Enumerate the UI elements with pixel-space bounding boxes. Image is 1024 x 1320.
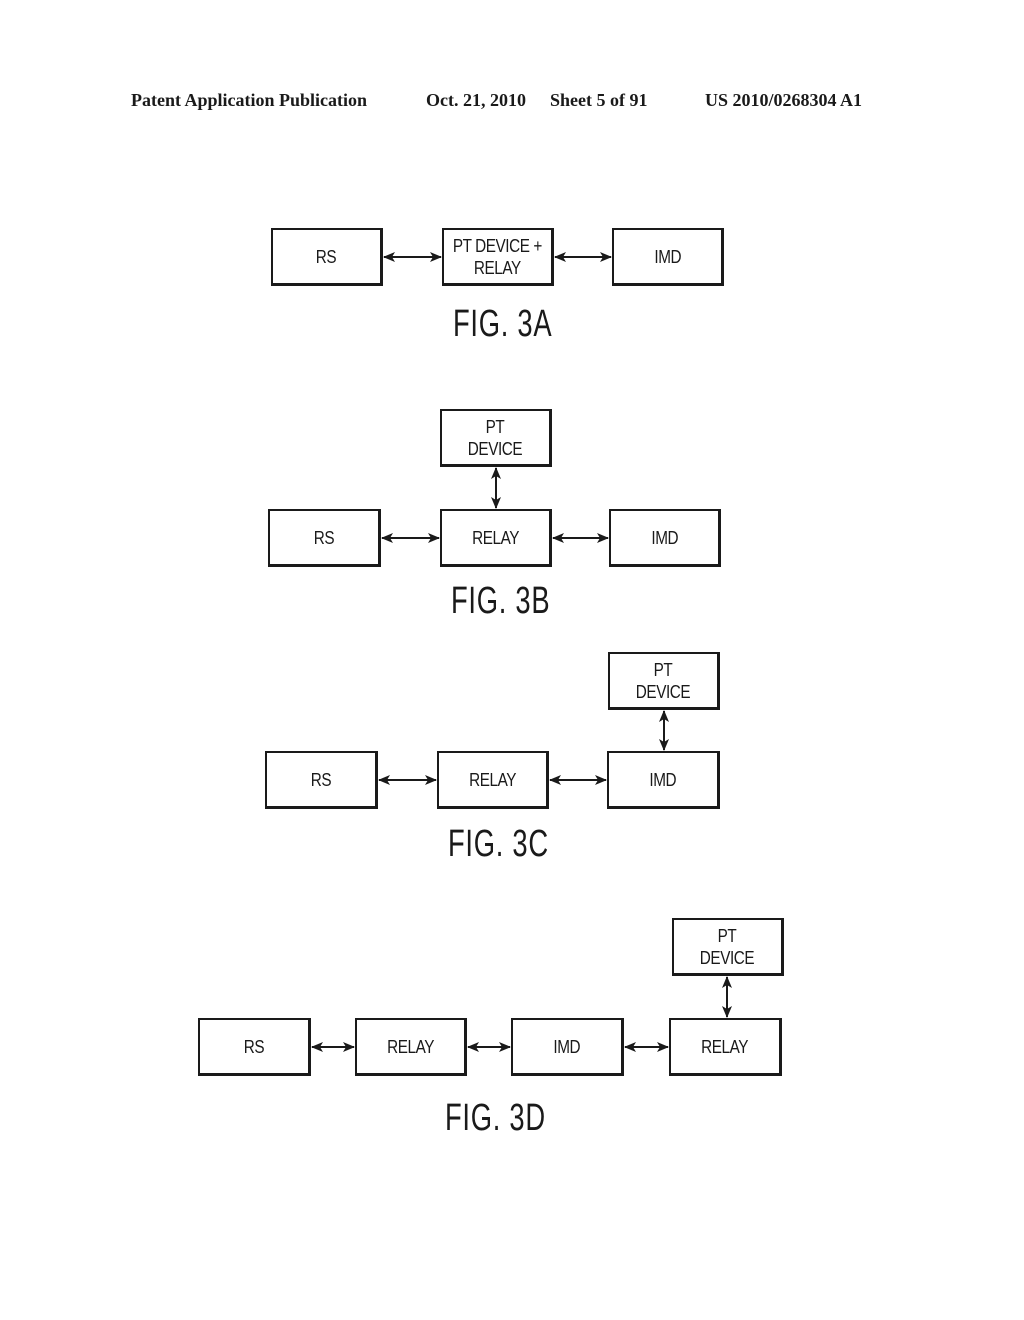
pt-device-box: PT DEVICE bbox=[440, 409, 552, 467]
box-label: RELAY bbox=[387, 1036, 434, 1057]
box-label: RS bbox=[316, 246, 337, 267]
box-label: PT DEVICE bbox=[636, 659, 691, 702]
rs-box: RS bbox=[271, 228, 383, 286]
box-label: IMD bbox=[553, 1036, 581, 1057]
imd-box: IMD bbox=[612, 228, 724, 286]
box-label: PT DEVICE bbox=[700, 925, 755, 968]
relay-box: RELAY bbox=[440, 509, 552, 567]
publication-date: Oct. 21, 2010 bbox=[426, 90, 526, 110]
rs-box: RS bbox=[198, 1018, 311, 1076]
box-label: PT DEVICE bbox=[468, 416, 523, 459]
rs-box: RS bbox=[268, 509, 381, 567]
relay-box: RELAY bbox=[437, 751, 549, 809]
patent-number: US 2010/0268304 A1 bbox=[705, 90, 863, 110]
relay-box: RELAY bbox=[355, 1018, 467, 1076]
pt-device-relay-box: PT DEVICE + RELAY bbox=[442, 228, 554, 286]
box-label: RELAY bbox=[701, 1036, 749, 1057]
pt-device-box: PT DEVICE bbox=[672, 918, 784, 976]
publication-label: Patent Application Publication bbox=[131, 90, 368, 110]
box-label: PT DEVICE + RELAY bbox=[452, 235, 543, 278]
figure-caption: FIG. 3C bbox=[448, 823, 549, 865]
imd-box: IMD bbox=[511, 1018, 624, 1076]
box-label: IMD bbox=[651, 527, 678, 548]
rs-box: RS bbox=[265, 751, 378, 809]
box-label: IMD bbox=[649, 769, 677, 790]
box-label: RELAY bbox=[472, 527, 519, 548]
box-label: RS bbox=[313, 527, 335, 548]
figure-caption: FIG. 3B bbox=[451, 580, 551, 622]
relay-box: RELAY bbox=[669, 1018, 782, 1076]
pt-device-box: PT DEVICE bbox=[608, 652, 720, 710]
box-label: IMD bbox=[654, 246, 681, 267]
figure-caption: FIG. 3A bbox=[453, 303, 553, 345]
sheet-number: Sheet 5 of 91 bbox=[550, 90, 648, 110]
box-label: RELAY bbox=[469, 769, 516, 790]
box-label: RS bbox=[243, 1036, 265, 1057]
box-label: RS bbox=[310, 769, 332, 790]
imd-box: IMD bbox=[609, 509, 721, 567]
imd-box: IMD bbox=[607, 751, 720, 809]
figure-caption: FIG. 3D bbox=[445, 1097, 546, 1139]
